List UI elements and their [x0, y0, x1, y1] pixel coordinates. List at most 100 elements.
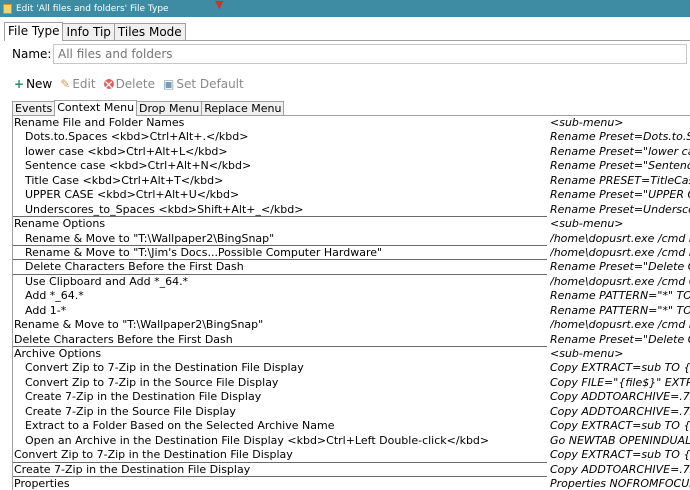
tab-events[interactable]: Events	[12, 101, 56, 115]
menu-item-label: lower case <kbd>Ctrl+Alt+L</kbd>	[25, 144, 228, 158]
menu-row[interactable]: Delete Characters Before the First Dash R…	[13, 332, 690, 348]
menu-row[interactable]: Create 7-Zip in the Destination File Dis…	[13, 462, 690, 478]
menu-row[interactable]: Convert Zip to 7-Zip in the Destination …	[13, 448, 690, 463]
plus-icon: +	[14, 77, 25, 91]
menu-item-command: <sub-menu>	[550, 217, 624, 231]
menu-row[interactable]: Create 7-Zip in the Destination File Dis…	[13, 390, 690, 404]
menu-row[interactable]: Rename Options <sub-menu>	[13, 217, 690, 231]
menu-item-command: Copy FILE="{file$}" EXTRACT	[550, 375, 690, 389]
menu-item-label: Extract to a Folder Based on the Selecte…	[25, 419, 335, 433]
set-default-label: Set Default	[176, 77, 244, 91]
menu-row[interactable]: Add 1-* Rename PATTERN="*" TO="1-*"	[13, 304, 690, 318]
menu-row[interactable]: Title Case <kbd>Ctrl+Alt+T</kbd> Rename P…	[13, 174, 690, 188]
menu-item-command: Rename Preset="Delete Characters"	[550, 332, 690, 346]
name-input[interactable]	[53, 44, 687, 64]
menu-item-label: Rename & Move to "T:\Wallpaper2\BingSnap…	[14, 318, 264, 332]
menu-row[interactable]: Extract to a Folder Based on the Selecte…	[13, 419, 690, 433]
tab-file-type[interactable]: File Type	[4, 22, 64, 41]
menu-item-label: Delete Characters Before the First Dash	[14, 332, 233, 346]
menu-row[interactable]: Underscores_to_Spaces <kbd>Shift+Alt+_</…	[13, 202, 690, 218]
menu-item-command: /home\dopusrt.exe /cmd Rename	[550, 245, 690, 259]
menu-row[interactable]: Delete Characters Before the First Dash R…	[13, 260, 690, 276]
menu-item-command: Rename Preset=Underscores_to_Spaces	[550, 202, 690, 216]
menu-item-command: Copy ADDTOARCHIVE=.7z HERE	[550, 390, 690, 404]
set-default-button[interactable]: ▣ Set Default	[163, 77, 244, 91]
menu-row[interactable]: Rename & Move to "T:\Jim's Docs...Possib…	[13, 245, 690, 261]
menu-toolbar: + New ✎ Edit ✕ Delete ▣ Set Default	[14, 77, 252, 91]
menu-item-label: Title Case <kbd>Ctrl+Alt+T</kbd>	[25, 173, 224, 187]
menu-row[interactable]: Rename & Move to "T:\Wallpaper2\BingSnap…	[13, 231, 690, 247]
menu-item-label: Add *_64.*	[25, 289, 84, 303]
context-menu-list[interactable]: Rename File and Folder Names <sub-menu> D…	[12, 115, 690, 490]
menu-row[interactable]: Create 7-Zip in the Source File Display C…	[13, 405, 690, 419]
menu-item-label: Open an Archive in the Destination File …	[25, 433, 490, 447]
folder-icon	[3, 3, 12, 14]
dialog-client: File Type Info Tip Tiles Mode Name: + Ne…	[0, 17, 690, 490]
menu-item-command: Copy EXTRACT=sub TO {destpath}	[550, 361, 690, 375]
menu-item-command: Copy ADDTOARCHIVE=.7z HERE	[550, 462, 690, 476]
new-label: New	[26, 77, 53, 91]
menu-row[interactable]: Dots.to.Spaces <kbd>Ctrl+Alt+.</kbd> Rena…	[13, 130, 690, 144]
menu-item-command: Go NEWTAB OPENINDUAL	[550, 433, 690, 447]
menu-item-label: Convert Zip to 7-Zip in the Destination …	[14, 448, 293, 462]
tab-panel-border	[4, 40, 690, 41]
menu-item-command: Rename Preset="lower case"	[550, 144, 690, 158]
title-bar: Edit 'All files and folders' File Type ▼	[0, 0, 690, 17]
menu-row[interactable]: Properties Properties NOFROMFOCUS	[13, 477, 690, 490]
menu-row[interactable]: Use Clipboard and Add *_64.* /home\dopusr…	[13, 275, 690, 289]
tab-tiles-mode[interactable]: Tiles Mode	[113, 23, 186, 40]
inner-tab-strip: Events Context Menu Drop Menu Replace Me…	[12, 100, 285, 116]
edit-button[interactable]: ✎ Edit	[60, 77, 95, 91]
menu-item-command: Properties NOFROMFOCUS	[550, 476, 690, 490]
menu-item-label: Convert Zip to 7-Zip in the Destination …	[25, 361, 304, 375]
menu-item-command: <sub-menu>	[550, 116, 624, 129]
menu-row[interactable]: lower case <kbd>Ctrl+Alt+L</kbd> Rename P…	[13, 145, 690, 159]
menu-item-command: /home\dopusrt.exe /cmd Clipboard	[550, 274, 690, 288]
menu-item-command: Rename PRESET=TitleCase	[550, 173, 690, 187]
menu-item-label: Underscores_to_Spaces <kbd>Shift+Alt+_</…	[25, 202, 304, 216]
delete-label: Delete	[115, 77, 155, 91]
menu-item-command: Rename PATTERN="*" TO="*_64"	[550, 289, 690, 303]
menu-row[interactable]: UPPER CASE <kbd>Ctrl+Alt+U</kbd> Rename P…	[13, 188, 690, 202]
tab-drop-menu[interactable]: Drop Menu	[136, 101, 203, 115]
delete-button[interactable]: ✕ Delete	[103, 77, 155, 91]
menu-row[interactable]: Convert Zip to 7-Zip in the Destination …	[13, 361, 690, 375]
menu-item-label: Rename File and Folder Names	[14, 116, 185, 129]
name-label: Name:	[12, 47, 52, 61]
menu-item-label: Dots.to.Spaces <kbd>Ctrl+Alt+.</kbd>	[25, 130, 249, 144]
menu-item-label: Delete Characters Before the First Dash	[25, 260, 244, 274]
menu-item-label: Convert Zip to 7-Zip in the Source File …	[25, 375, 279, 389]
menu-item-label: Create 7-Zip in the Source File Display	[25, 404, 236, 418]
menu-item-label: Rename & Move to "T:\Jim's Docs...Possib…	[25, 245, 383, 259]
tab-info-tip[interactable]: Info Tip	[62, 23, 115, 40]
menu-item-label: Use Clipboard and Add *_64.*	[25, 274, 189, 288]
menu-item-command: Copy EXTRACT=sub TO {destpath}	[550, 419, 690, 433]
arrow-down-icon: ▼	[215, 0, 224, 11]
menu-item-command: <sub-menu>	[550, 347, 624, 360]
window-title: Edit 'All files and folders' File Type	[16, 3, 169, 14]
menu-row[interactable]: Sentence case <kbd>Ctrl+Alt+N</kbd> Renam…	[13, 159, 690, 173]
new-button[interactable]: + New	[14, 77, 52, 91]
menu-item-label: Create 7-Zip in the Destination File Dis…	[14, 462, 251, 476]
menu-item-label: Add 1-*	[25, 303, 67, 317]
tab-context-menu[interactable]: Context Menu	[54, 100, 138, 116]
menu-item-command: Rename PATTERN="*" TO="1-*"	[550, 303, 690, 317]
tab-replace-menu[interactable]: Replace Menu	[201, 101, 285, 115]
default-icon: ▣	[163, 77, 175, 91]
menu-row[interactable]: Convert Zip to 7-Zip in the Source File …	[13, 376, 690, 390]
menu-item-label: Properties	[14, 476, 70, 490]
menu-row[interactable]: Open an Archive in the Destination File …	[13, 434, 690, 448]
menu-item-label: Rename & Move to "T:\Wallpaper2\BingSnap…	[25, 231, 275, 245]
menu-item-label: Rename Options	[14, 217, 106, 231]
menu-item-command: Copy ADDTOARCHIVE=.7z HERE	[550, 404, 690, 418]
menu-row[interactable]: Archive Options <sub-menu>	[13, 347, 690, 361]
menu-item-label: Create 7-Zip in the Destination File Dis…	[25, 390, 262, 404]
menu-item-command: Rename Preset="Delete Characters"	[550, 260, 690, 274]
menu-item-command: Rename Preset=Dots.to.Spaces	[550, 130, 690, 144]
menu-row[interactable]: Add *_64.* Rename PATTERN="*" TO="*_64"	[13, 289, 690, 303]
pencil-icon: ✎	[60, 77, 71, 91]
menu-item-label: Sentence case <kbd>Ctrl+Alt+N</kbd>	[25, 159, 252, 173]
menu-row[interactable]: Rename File and Folder Names <sub-menu>	[13, 116, 690, 130]
menu-item-command: Copy EXTRACT=sub TO {destpath}	[550, 448, 690, 462]
menu-row[interactable]: Rename & Move to "T:\Wallpaper2\BingSnap…	[13, 318, 690, 332]
